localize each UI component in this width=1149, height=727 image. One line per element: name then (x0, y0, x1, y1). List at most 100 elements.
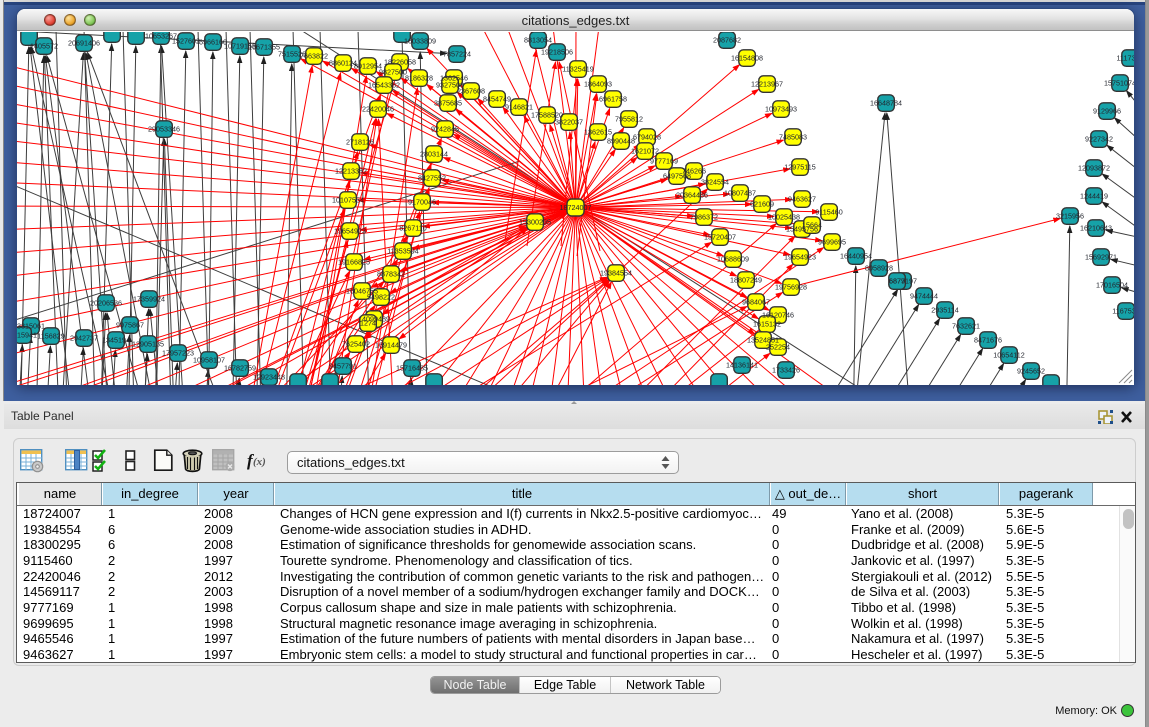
svg-text:2935114: 2935114 (931, 306, 958, 315)
svg-text:15716485: 15716485 (396, 364, 428, 373)
svg-text:16648784: 16648784 (870, 99, 902, 108)
svg-text:9684067: 9684067 (742, 298, 770, 307)
svg-text:1156829: 1156829 (37, 332, 64, 341)
svg-text:2942737: 2942737 (70, 334, 98, 343)
svg-text:7625402: 7625402 (342, 340, 370, 349)
svg-text:1345194: 1345194 (102, 336, 130, 345)
svg-text:2803144: 2803144 (420, 150, 448, 159)
svg-text:7955812: 7955812 (615, 115, 643, 124)
svg-text:20691406: 20691406 (68, 39, 100, 48)
svg-text:1864093: 1864093 (584, 80, 612, 89)
svg-text:8427552: 8427552 (418, 174, 446, 183)
svg-text:7485083: 7485083 (779, 133, 807, 142)
svg-text:20206536: 20206536 (90, 299, 122, 308)
svg-text:15751074: 15751074 (1104, 79, 1134, 88)
svg-text:8990448: 8990448 (607, 137, 635, 146)
svg-text:18807249: 18807249 (730, 276, 762, 285)
svg-text:16440954: 16440954 (840, 252, 872, 261)
svg-text:9129966: 9129966 (1093, 107, 1121, 116)
svg-text:621609: 621609 (750, 200, 774, 209)
svg-text:19166825: 19166825 (338, 258, 370, 267)
svg-text:10688609: 10688609 (717, 255, 749, 264)
svg-text:9474444: 9474444 (910, 292, 938, 301)
svg-text:1244419: 1244419 (1080, 192, 1108, 201)
svg-text:12975115: 12975115 (784, 163, 815, 172)
svg-text:10807487: 10807487 (724, 189, 756, 198)
svg-text:8186328: 8186328 (405, 74, 433, 83)
svg-text:8267110: 8267110 (399, 224, 426, 233)
svg-text:16782759: 16782759 (224, 364, 256, 373)
svg-text:17016504: 17016504 (1096, 281, 1128, 290)
svg-text:8860124: 8860124 (329, 59, 357, 68)
svg-text:(x): (x) (253, 456, 266, 468)
svg-text:9827500: 9827500 (379, 68, 407, 77)
svg-text:1527602: 1527602 (172, 37, 200, 46)
svg-text:16120746: 16120746 (762, 311, 794, 320)
svg-text:1362615: 1362615 (584, 128, 612, 137)
svg-text:7663822: 7663822 (300, 52, 328, 61)
svg-text:15664: 15664 (802, 221, 822, 230)
svg-text:6497568: 6497568 (663, 172, 691, 181)
svg-text:29053346: 29053346 (148, 125, 180, 134)
svg-text:3824554: 3824554 (701, 178, 729, 187)
svg-text:19384554: 19384554 (600, 269, 632, 278)
svg-text:22420046: 22420046 (362, 105, 394, 114)
svg-text:6961758: 6961758 (599, 95, 627, 104)
svg-text:16210643: 16210643 (1080, 224, 1112, 233)
svg-text:9115460: 9115460 (815, 208, 842, 217)
svg-text:9975867: 9975867 (116, 321, 144, 330)
svg-text:17359924: 17359924 (133, 295, 165, 304)
svg-text:9463627: 9463627 (788, 195, 816, 204)
svg-text:8912954: 8912954 (354, 62, 382, 71)
svg-text:8958928: 8958928 (865, 264, 893, 273)
svg-text:16914479: 16914479 (375, 341, 407, 350)
svg-text:1167533: 1167533 (1112, 307, 1134, 316)
svg-text:14136141: 14136141 (726, 361, 758, 370)
svg-text:8471676: 8471676 (974, 336, 1002, 345)
svg-text:11353594: 11353594 (387, 247, 418, 256)
svg-text:7632621: 7632621 (952, 322, 980, 331)
svg-text:10654112: 10654112 (993, 351, 1024, 360)
svg-text:7857224: 7857224 (443, 50, 471, 59)
svg-text:1733426: 1733426 (772, 366, 800, 375)
svg-text:10107554: 10107554 (332, 196, 364, 205)
svg-text:8813054: 8813054 (524, 36, 552, 45)
svg-text:2087682: 2087682 (713, 36, 741, 45)
svg-text:1117344: 1117344 (1117, 54, 1134, 63)
svg-text:5498222: 5498222 (367, 293, 395, 302)
svg-text:9242845: 9242845 (431, 125, 459, 134)
svg-text:19218506: 19218506 (541, 48, 573, 57)
svg-text:12213967: 12213967 (751, 80, 783, 89)
svg-text:1405572: 1405572 (30, 42, 58, 51)
svg-text:252254: 252254 (766, 343, 790, 352)
svg-text:16033809: 16033809 (404, 37, 436, 46)
svg-text:12905135: 12905135 (132, 340, 164, 349)
svg-text:19756928: 19756928 (775, 283, 807, 292)
svg-text:16543382: 16543382 (368, 81, 400, 90)
svg-text:3875685: 3875685 (434, 99, 462, 108)
svg-text:17957223: 17957223 (162, 349, 194, 358)
svg-text:20364436: 20364436 (676, 191, 708, 200)
svg-text:9146821: 9146821 (505, 103, 533, 112)
svg-text:2367608: 2367608 (457, 87, 485, 96)
svg-text:9245652: 9245652 (1017, 367, 1045, 376)
svg-text:12093872: 12093872 (1078, 164, 1110, 173)
svg-text:3822037: 3822037 (555, 118, 583, 127)
svg-text:9227342: 9227342 (1085, 135, 1113, 144)
svg-text:18724007: 18724007 (560, 203, 592, 212)
svg-text:3215956: 3215956 (1056, 212, 1084, 221)
svg-text:18226058: 18226058 (384, 58, 416, 67)
svg-text:3915941: 3915941 (17, 331, 37, 340)
svg-text:16671355: 16671355 (248, 43, 280, 52)
svg-text:10973493: 10973493 (765, 105, 797, 114)
svg-text:6966160: 6966160 (199, 38, 227, 47)
svg-text:10025438: 10025438 (768, 213, 800, 222)
svg-text:1274: 1274 (360, 319, 376, 328)
svg-text:1621072: 1621072 (631, 147, 659, 156)
svg-text:16154808: 16154808 (731, 54, 763, 63)
svg-text:10958107: 10958107 (193, 356, 225, 365)
svg-text:6877: 6877 (889, 277, 905, 286)
svg-text:7986372: 7986372 (690, 213, 718, 222)
svg-text:9699695: 9699695 (818, 238, 846, 247)
svg-text:12923448: 12923448 (253, 373, 285, 382)
